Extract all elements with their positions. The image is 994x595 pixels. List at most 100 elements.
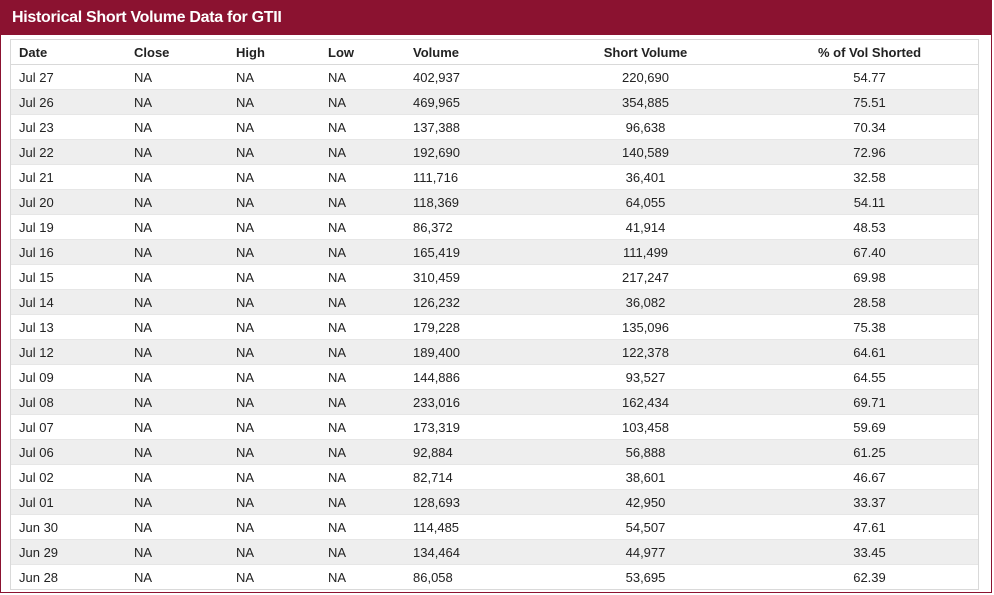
cell-low: NA: [328, 139, 413, 165]
cell-high: NA: [236, 64, 328, 90]
cell-short-volume: 38,601: [530, 464, 761, 490]
cell-short-volume: 93,527: [530, 364, 761, 390]
cell-volume: 114,485: [413, 514, 530, 540]
column-header-close: Close: [134, 40, 236, 65]
cell-volume: 189,400: [413, 339, 530, 365]
cell-date: Jul 21: [11, 164, 134, 190]
table-row: Jun 29 NA NA NA 134,464 44,977 33.45: [11, 539, 978, 565]
table-row: Jul 26 NA NA NA 469,965 354,885 75.51: [11, 89, 978, 115]
cell-date: Jul 14: [11, 289, 134, 315]
table-row: Jul 06 NA NA NA 92,884 56,888 61.25: [11, 439, 978, 465]
cell-date: Jul 16: [11, 239, 134, 265]
cell-close: NA: [134, 539, 236, 565]
cell-volume: 128,693: [413, 489, 530, 515]
cell-pct-shorted: 75.38: [761, 314, 978, 340]
cell-close: NA: [134, 489, 236, 515]
cell-volume: 173,319: [413, 414, 530, 440]
cell-pct-shorted: 61.25: [761, 439, 978, 465]
table-row: Jul 27 NA NA NA 402,937 220,690 54.77: [11, 64, 978, 90]
cell-high: NA: [236, 214, 328, 240]
cell-volume: 82,714: [413, 464, 530, 490]
table-row: Jul 01 NA NA NA 128,693 42,950 33.37: [11, 489, 978, 515]
cell-volume: 92,884: [413, 439, 530, 465]
cell-high: NA: [236, 289, 328, 315]
cell-pct-shorted: 59.69: [761, 414, 978, 440]
table-row: Jul 08 NA NA NA 233,016 162,434 69.71: [11, 389, 978, 415]
cell-close: NA: [134, 364, 236, 390]
cell-volume: 179,228: [413, 314, 530, 340]
table-row: Jun 28 NA NA NA 86,058 53,695 62.39: [11, 564, 978, 589]
cell-short-volume: 53,695: [530, 564, 761, 589]
cell-close: NA: [134, 314, 236, 340]
cell-high: NA: [236, 264, 328, 290]
cell-short-volume: 122,378: [530, 339, 761, 365]
cell-volume: 126,232: [413, 289, 530, 315]
cell-short-volume: 44,977: [530, 539, 761, 565]
cell-date: Jul 15: [11, 264, 134, 290]
cell-pct-shorted: 64.61: [761, 339, 978, 365]
cell-date: Jul 09: [11, 364, 134, 390]
cell-high: NA: [236, 164, 328, 190]
cell-volume: 469,965: [413, 89, 530, 115]
cell-pct-shorted: 54.77: [761, 64, 978, 90]
cell-close: NA: [134, 114, 236, 140]
table-row: Jul 07 NA NA NA 173,319 103,458 59.69: [11, 414, 978, 440]
cell-close: NA: [134, 564, 236, 589]
cell-high: NA: [236, 364, 328, 390]
cell-high: NA: [236, 464, 328, 490]
cell-date: Jul 12: [11, 339, 134, 365]
cell-close: NA: [134, 439, 236, 465]
cell-close: NA: [134, 389, 236, 415]
cell-low: NA: [328, 539, 413, 565]
short-volume-table-wrapper: Date Close High Low Volume Short Volume …: [10, 39, 979, 590]
cell-low: NA: [328, 164, 413, 190]
cell-pct-shorted: 54.11: [761, 189, 978, 215]
column-header-high: High: [236, 40, 328, 65]
table-row: Jul 21 NA NA NA 111,716 36,401 32.58: [11, 164, 978, 190]
cell-date: Jul 26: [11, 89, 134, 115]
cell-low: NA: [328, 564, 413, 589]
cell-volume: 192,690: [413, 139, 530, 165]
cell-low: NA: [328, 439, 413, 465]
cell-close: NA: [134, 464, 236, 490]
table-body: Jul 27 NA NA NA 402,937 220,690 54.77 Jul 26 NA N…: [11, 64, 978, 589]
column-header-short-volume: Short Volume: [530, 40, 761, 65]
cell-high: NA: [236, 239, 328, 265]
cell-close: NA: [134, 339, 236, 365]
cell-high: NA: [236, 539, 328, 565]
cell-high: NA: [236, 489, 328, 515]
cell-short-volume: 41,914: [530, 214, 761, 240]
panel-title: Historical Short Volume Data for GTII: [1, 0, 991, 35]
cell-volume: 86,372: [413, 214, 530, 240]
cell-low: NA: [328, 464, 413, 490]
cell-low: NA: [328, 189, 413, 215]
cell-date: Jul 08: [11, 389, 134, 415]
cell-volume: 144,886: [413, 364, 530, 390]
cell-low: NA: [328, 214, 413, 240]
cell-volume: 86,058: [413, 564, 530, 589]
cell-volume: 137,388: [413, 114, 530, 140]
cell-low: NA: [328, 114, 413, 140]
table-row: Jul 20 NA NA NA 118,369 64,055 54.11: [11, 189, 978, 215]
cell-high: NA: [236, 189, 328, 215]
cell-close: NA: [134, 264, 236, 290]
cell-high: NA: [236, 139, 328, 165]
cell-pct-shorted: 28.58: [761, 289, 978, 315]
cell-pct-shorted: 67.40: [761, 239, 978, 265]
cell-pct-shorted: 33.37: [761, 489, 978, 515]
cell-low: NA: [328, 414, 413, 440]
cell-date: Jul 02: [11, 464, 134, 490]
cell-close: NA: [134, 189, 236, 215]
table-row: Jul 13 NA NA NA 179,228 135,096 75.38: [11, 314, 978, 340]
cell-short-volume: 36,401: [530, 164, 761, 190]
cell-short-volume: 96,638: [530, 114, 761, 140]
cell-low: NA: [328, 489, 413, 515]
cell-volume: 402,937: [413, 64, 530, 90]
cell-pct-shorted: 48.53: [761, 214, 978, 240]
cell-pct-shorted: 72.96: [761, 139, 978, 165]
table-row: Jul 23 NA NA NA 137,388 96,638 70.34: [11, 114, 978, 140]
cell-high: NA: [236, 414, 328, 440]
cell-short-volume: 36,082: [530, 289, 761, 315]
cell-pct-shorted: 69.98: [761, 264, 978, 290]
cell-volume: 134,464: [413, 539, 530, 565]
